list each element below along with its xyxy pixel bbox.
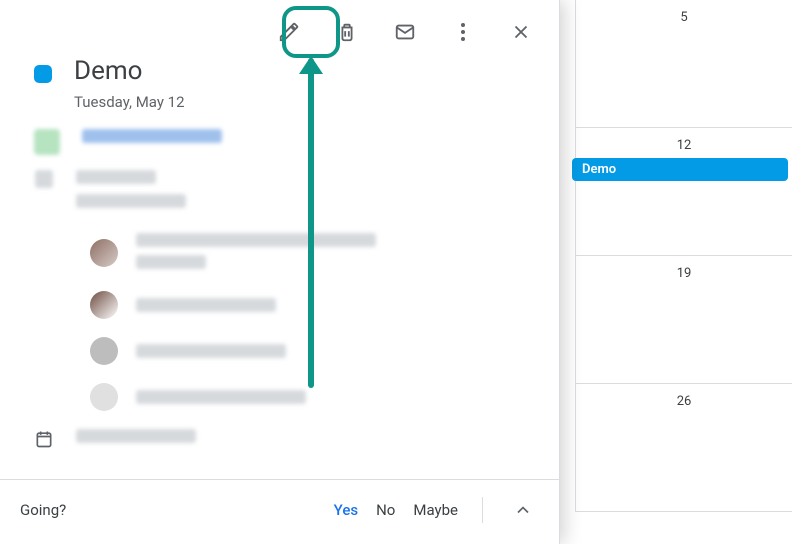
guests-row — [34, 169, 539, 212]
meet-link-row[interactable] — [34, 129, 539, 155]
avatar — [90, 291, 118, 319]
pencil-icon — [278, 21, 300, 43]
calendar-cell-12[interactable]: 12 Demo — [575, 128, 792, 256]
chevron-up-icon — [513, 500, 533, 520]
event-date: Tuesday, May 12 — [74, 93, 185, 111]
day-number: 26 — [677, 394, 692, 409]
event-actions — [0, 0, 559, 52]
edit-button[interactable] — [269, 12, 309, 52]
event-header: Demo Tuesday, May 12 — [0, 52, 559, 111]
all-day-event-demo[interactable]: Demo — [572, 158, 788, 181]
day-number: 19 — [677, 266, 692, 281]
guest-subtext-redacted — [76, 194, 186, 208]
delete-button[interactable] — [327, 12, 367, 52]
calendar-grid: 5 12 Demo 19 26 — [575, 0, 792, 544]
guest-item[interactable] — [90, 291, 539, 319]
rsvp-yes[interactable]: Yes — [334, 501, 358, 519]
guest-count-redacted — [76, 170, 156, 184]
trash-icon — [336, 21, 358, 43]
close-icon — [510, 21, 532, 43]
mail-icon — [394, 21, 416, 43]
guest-name-redacted — [136, 233, 376, 247]
meet-icon — [34, 129, 60, 155]
guest-name-redacted — [136, 390, 306, 404]
calendar-icon — [34, 429, 54, 449]
avatar — [90, 239, 118, 267]
calendar-cell-26[interactable]: 26 — [575, 384, 792, 512]
email-guests-button[interactable] — [385, 12, 425, 52]
rsvp-question: Going? — [20, 501, 66, 519]
meet-link-redacted — [82, 129, 222, 143]
guest-name-redacted — [136, 344, 286, 358]
more-options-button[interactable] — [443, 12, 483, 52]
event-details — [0, 111, 559, 449]
guest-name-redacted — [136, 298, 276, 312]
guest-role-redacted — [136, 255, 206, 269]
event-title: Demo — [74, 56, 185, 87]
calendar-cell-5[interactable]: 5 — [575, 0, 792, 128]
day-number: 5 — [680, 10, 687, 25]
day-number: 12 — [677, 138, 692, 153]
event-popover: Demo Tuesday, May 12 — [0, 0, 560, 544]
guest-item[interactable] — [90, 337, 539, 365]
rsvp-expand-button[interactable] — [507, 494, 539, 526]
rsvp-no[interactable]: No — [376, 501, 395, 519]
rsvp-maybe[interactable]: Maybe — [413, 501, 458, 519]
close-button[interactable] — [501, 12, 541, 52]
guest-list — [90, 226, 539, 411]
more-icon — [461, 23, 465, 41]
guest-item[interactable] — [90, 383, 539, 411]
event-color-chip — [34, 65, 52, 83]
calendar-name-redacted — [76, 429, 196, 443]
rsvp-bar: Going? Yes No Maybe — [0, 479, 559, 544]
guests-icon — [34, 169, 54, 189]
calendar-row — [34, 429, 539, 449]
avatar — [90, 383, 118, 411]
guest-item[interactable] — [90, 232, 539, 273]
calendar-cell-19[interactable]: 19 — [575, 256, 792, 384]
avatar — [90, 337, 118, 365]
divider — [482, 497, 483, 523]
